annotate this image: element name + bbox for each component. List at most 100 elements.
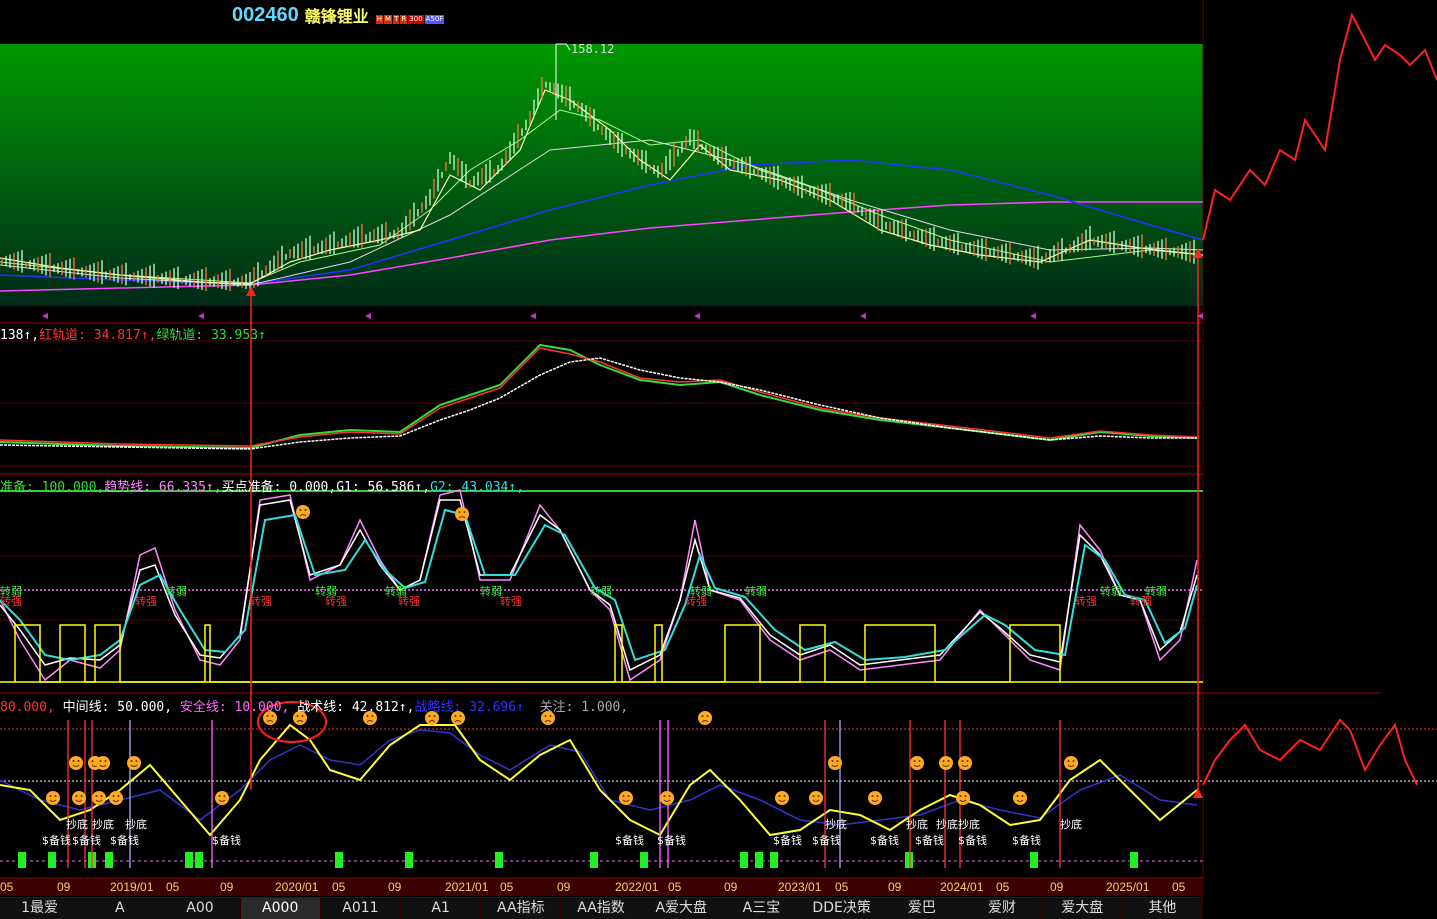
legend-green-track: 绿轨道: 33.953↑ — [156, 328, 266, 343]
legend-focus: 关注: 1.000, — [539, 700, 629, 715]
legend-tactic-line: 战术线: 42.812↑, — [297, 700, 415, 715]
date-tick: 05 — [0, 880, 14, 894]
signal-label-strong: 转强 — [398, 595, 420, 608]
happy-face-icon — [1064, 756, 1078, 770]
indicator-chart-canvas[interactable] — [0, 0, 1437, 918]
indicator-tab[interactable]: 1最爱 — [0, 898, 81, 919]
indicator-tab[interactable]: AA指标 — [481, 898, 562, 919]
signal-block — [18, 852, 26, 868]
happy-face-icon — [809, 791, 823, 805]
happy-face-icon — [939, 756, 953, 770]
date-tick: 09 — [724, 880, 738, 894]
signal-block — [335, 852, 343, 868]
signal-block — [1030, 852, 1038, 868]
happy-face-icon — [660, 791, 674, 805]
indicator-tab[interactable]: 爱大盘 — [1042, 898, 1123, 919]
period-marker — [694, 313, 700, 319]
signal-label-bottom: 抄底 — [92, 818, 114, 831]
happy-face-icon — [46, 791, 60, 805]
panel2-legend: 138↑,红轨道: 34.817↑,绿轨道: 33.953↑ — [0, 324, 266, 343]
signal-block — [640, 852, 648, 868]
price-high-label: 158.12 — [571, 42, 615, 56]
date-tick: 05 — [996, 880, 1010, 894]
legend-g1: G1: 56.586↑, — [336, 480, 431, 495]
date-tick: 09 — [220, 880, 234, 894]
signal-label-bottom: 抄底 — [958, 818, 980, 831]
signal-label-reserve: $备钱 — [812, 834, 841, 847]
sad-face-icon — [296, 505, 310, 519]
signal-block — [740, 852, 748, 868]
signal-label-bottom: 抄底 — [1060, 818, 1082, 831]
signal-block — [755, 852, 763, 868]
signal-label-reserve: $备钱 — [870, 834, 899, 847]
date-tick: 05 — [835, 880, 849, 894]
signal-block — [105, 852, 113, 868]
legend-strategy-line: 战略线: 32.696↑ — [414, 700, 524, 715]
indicator-tab[interactable]: DDE决策 — [802, 898, 883, 919]
legend-value: 138↑, — [0, 328, 40, 343]
period-marker — [860, 313, 866, 319]
period-marker — [198, 313, 204, 319]
date-tick: 09 — [388, 880, 402, 894]
signal-block — [770, 852, 778, 868]
indicator-tab[interactable]: 爱巴 — [882, 898, 963, 919]
signal-label-reserve: $备钱 — [212, 834, 241, 847]
date-tick: 05 — [500, 880, 514, 894]
happy-face-icon — [127, 756, 141, 770]
indicator-tab[interactable]: A三宝 — [721, 898, 803, 919]
signal-label-reserve: $备钱 — [42, 834, 71, 847]
legend-buy-prepare: 买点准备: 0.000, — [221, 480, 337, 495]
signal-block — [195, 852, 203, 868]
signal-label-bottom: 抄底 — [936, 818, 958, 831]
happy-face-icon — [96, 756, 110, 770]
date-tick: 09 — [57, 880, 71, 894]
signal-label-reserve: $备钱 — [72, 834, 101, 847]
indicator-tab[interactable]: A000 — [240, 898, 321, 919]
period-marker — [1030, 313, 1036, 319]
signal-label-bottom: 抄底 — [906, 818, 928, 831]
legend-red-track: 红轨道: 34.817↑, — [39, 328, 157, 343]
date-tick: 2020/01 — [275, 880, 319, 894]
signal-block — [185, 852, 193, 868]
date-tick: 05 — [166, 880, 180, 894]
indicator-tab[interactable]: AA指数 — [561, 898, 642, 919]
happy-face-icon — [69, 756, 83, 770]
date-tick: 05 — [332, 880, 346, 894]
legend-safety-line: 安全线: 10.000, — [179, 700, 290, 715]
signal-label-strong: 转强 — [1130, 595, 1152, 608]
period-marker — [530, 313, 536, 319]
date-tick: 2024/01 — [940, 880, 984, 894]
indicator-tab[interactable]: A00 — [160, 898, 241, 919]
date-axis: 05 09 2019/01 05 09 2020/01 05 09 2021/01 05 09 202… — [0, 879, 1203, 896]
date-tick: 2023/01 — [778, 880, 822, 894]
signal-label-weak: 转弱 — [590, 585, 612, 598]
happy-face-icon — [775, 791, 789, 805]
signal-label-strong: 转强 — [135, 595, 157, 608]
legend-middle-line: 中间线: 50.000, — [62, 700, 173, 715]
signal-label-strong: 转强 — [1075, 595, 1097, 608]
period-marker — [42, 313, 48, 319]
signal-label-weak: 转弱 — [1100, 585, 1122, 598]
signal-label-bottom: 抄底 — [125, 818, 147, 831]
signal-block — [48, 852, 56, 868]
indicator-tab[interactable]: 爱财 — [962, 898, 1043, 919]
period-marker — [365, 313, 371, 319]
indicator-tab[interactable]: 其他 — [1122, 898, 1204, 919]
happy-face-icon — [72, 791, 86, 805]
indicator-tab[interactable]: A1 — [401, 898, 482, 919]
happy-face-icon — [958, 756, 972, 770]
signal-label-weak: 转弱 — [165, 585, 187, 598]
signal-label-strong: 转强 — [0, 595, 22, 608]
signal-label-reserve: $备钱 — [657, 834, 686, 847]
signal-label-weak: 转弱 — [480, 585, 502, 598]
date-tick: 2025/01 — [1106, 880, 1150, 894]
signal-label-strong: 转强 — [500, 595, 522, 608]
sad-face-icon — [455, 507, 469, 521]
indicator-tab[interactable]: A爱大盘 — [641, 898, 722, 919]
date-tick: 09 — [888, 880, 902, 894]
happy-face-icon — [1013, 791, 1027, 805]
panel3-legend: 准备: 100.000,趋势线: 66.335↑,买点准备: 0.000,G1:… — [0, 476, 524, 495]
signal-label-reserve: $备钱 — [773, 834, 802, 847]
indicator-tab[interactable]: A — [80, 898, 161, 919]
indicator-tab[interactable]: A011 — [320, 898, 402, 919]
